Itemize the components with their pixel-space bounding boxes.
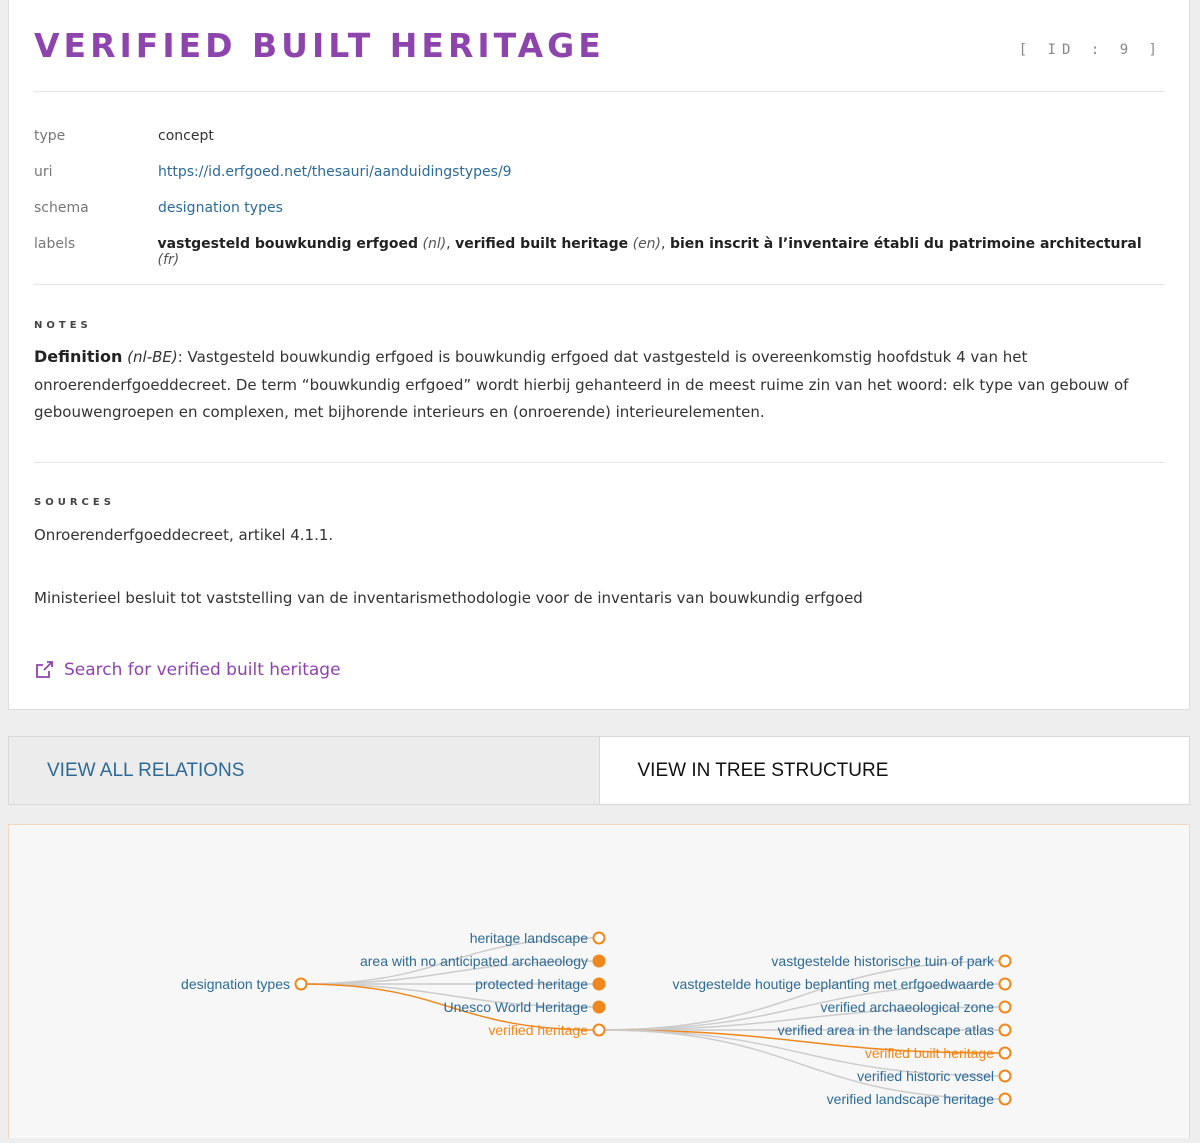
tree-root-node[interactable]: designation types bbox=[181, 976, 308, 992]
concept-card: Verified Built Heritage [ ID : 9 ] type … bbox=[8, 0, 1190, 710]
tree-node-label[interactable]: Unesco World Heritage bbox=[444, 999, 589, 1015]
tree-node-circle[interactable] bbox=[592, 1000, 606, 1014]
tree-node-circle[interactable] bbox=[294, 977, 308, 991]
tree-node[interactable]: verified heritage bbox=[488, 1022, 606, 1038]
tree-node-label[interactable]: verified historic vessel bbox=[857, 1068, 994, 1084]
property-key: type bbox=[34, 128, 66, 144]
tree-node-circle[interactable] bbox=[592, 954, 606, 968]
divider bbox=[34, 91, 1165, 92]
tree-node-label[interactable]: verified landscape heritage bbox=[827, 1091, 995, 1107]
divider bbox=[34, 462, 1165, 463]
tree-node-circle[interactable] bbox=[998, 1023, 1012, 1037]
property-schema: schema designation types bbox=[34, 200, 1164, 236]
label-en: verified built heritage bbox=[455, 236, 629, 252]
tree-node-circle[interactable] bbox=[592, 1023, 606, 1037]
uri-link[interactable]: https://id.erfgoed.net/thesauri/aanduidi… bbox=[158, 164, 512, 180]
tree-node[interactable]: protected heritage bbox=[475, 976, 606, 992]
label-nl: vastgesteld bouwkundig erfgoed bbox=[157, 236, 419, 252]
search-link[interactable]: Search for verified built heritage bbox=[34, 660, 341, 680]
tab-view-all-relations[interactable]: VIEW ALL RELATIONS bbox=[9, 737, 600, 804]
property-key: labels bbox=[34, 236, 76, 252]
notes-body: Definition (nl-BE): Vastgesteld bouwkund… bbox=[34, 343, 1169, 427]
label-lang: (nl) bbox=[422, 236, 447, 252]
tree-node-label[interactable]: vastgestelde houtige beplanting met erfg… bbox=[673, 976, 995, 992]
property-key: uri bbox=[34, 164, 53, 180]
tree-node[interactable]: verified historic vessel bbox=[857, 1068, 1012, 1084]
tree-diagram: designation types heritage landscape area … bbox=[181, 930, 1012, 1107]
tree-node[interactable]: vastgestelde historische tuin of park bbox=[771, 953, 1012, 969]
tree-node[interactable]: verified built heritage bbox=[865, 1045, 1012, 1061]
page-title: Verified Built Heritage bbox=[34, 26, 605, 65]
tree-node-circle[interactable] bbox=[998, 1046, 1012, 1060]
tree-node-circle[interactable] bbox=[998, 1000, 1012, 1014]
property-key: schema bbox=[34, 200, 89, 216]
tree-node-label[interactable]: designation types bbox=[181, 976, 290, 992]
external-link-icon bbox=[36, 661, 53, 678]
divider bbox=[34, 284, 1165, 285]
tree-panel: designation types heritage landscape area … bbox=[8, 824, 1190, 1138]
tree-link bbox=[598, 1029, 1006, 1100]
source-item: Onroerenderfgoeddecreet, artikel 4.1.1. bbox=[34, 526, 334, 544]
tree-node[interactable]: verified landscape heritage bbox=[827, 1091, 1012, 1107]
tree-node[interactable]: vastgestelde houtige beplanting met erfg… bbox=[673, 976, 1012, 992]
concept-id: [ ID : 9 ] bbox=[1018, 42, 1163, 58]
tab-view-tree-structure[interactable]: VIEW IN TREE STRUCTURE bbox=[599, 737, 1189, 804]
property-uri: uri https://id.erfgoed.net/thesauri/aand… bbox=[34, 164, 1164, 200]
source-item: Ministerieel besluit tot vaststelling va… bbox=[34, 589, 863, 607]
tree-node-label[interactable]: verified built heritage bbox=[865, 1045, 994, 1061]
tree-node-circle[interactable] bbox=[998, 977, 1012, 991]
tree-node[interactable]: verified area in the landscape atlas bbox=[778, 1022, 1012, 1038]
search-link-label: Search for verified built heritage bbox=[64, 660, 341, 680]
tree-node-label[interactable]: verified area in the landscape atlas bbox=[778, 1022, 994, 1038]
tree-node[interactable]: Unesco World Heritage bbox=[444, 999, 606, 1015]
tree-node-label[interactable]: area with no anticipated archaeology bbox=[360, 953, 588, 969]
tree-node-label[interactable]: heritage landscape bbox=[470, 930, 589, 946]
label-fr: bien inscrit à l’inventaire établi du pa… bbox=[669, 236, 1142, 252]
tree-node-circle[interactable] bbox=[998, 1069, 1012, 1083]
tree-node-label[interactable]: verified archaeological zone bbox=[820, 999, 994, 1015]
tree-link bbox=[598, 960, 1006, 1031]
note-text: : Vastgesteld bouwkundig erfgoed is bouw… bbox=[34, 348, 1129, 421]
note-lang: (nl-BE) bbox=[127, 348, 178, 366]
properties-list: type concept uri https://id.erfgoed.net/… bbox=[34, 128, 1164, 272]
tree-node-circle[interactable] bbox=[998, 1092, 1012, 1106]
tree-node-circle[interactable] bbox=[592, 931, 606, 945]
tree-node-label[interactable]: protected heritage bbox=[475, 976, 588, 992]
view-tabs: VIEW ALL RELATIONS VIEW IN TREE STRUCTUR… bbox=[8, 736, 1190, 805]
sources-heading: Sources bbox=[34, 497, 115, 508]
label-lang: (fr) bbox=[157, 252, 180, 268]
property-value: concept bbox=[158, 128, 214, 144]
tree-node[interactable]: heritage landscape bbox=[470, 930, 606, 946]
tree-node-label[interactable]: vastgestelde historische tuin of park bbox=[771, 953, 995, 969]
schema-link[interactable]: designation types bbox=[158, 200, 283, 216]
tree-node[interactable]: verified archaeological zone bbox=[820, 999, 1012, 1015]
notes-heading: Notes bbox=[34, 320, 92, 331]
label-lang: (en) bbox=[632, 236, 662, 252]
labels-value: vastgesteld bouwkundig erfgoed (nl), ver… bbox=[157, 236, 1142, 268]
tree-node[interactable]: area with no anticipated archaeology bbox=[360, 953, 606, 969]
tree-node-circle[interactable] bbox=[998, 954, 1012, 968]
note-label: Definition bbox=[34, 347, 123, 366]
property-labels: labels vastgesteld bouwkundig erfgoed (n… bbox=[34, 236, 1164, 272]
tree-node-circle[interactable] bbox=[592, 977, 606, 991]
property-type: type concept bbox=[34, 128, 1164, 164]
tree-node-label[interactable]: verified heritage bbox=[488, 1022, 588, 1038]
